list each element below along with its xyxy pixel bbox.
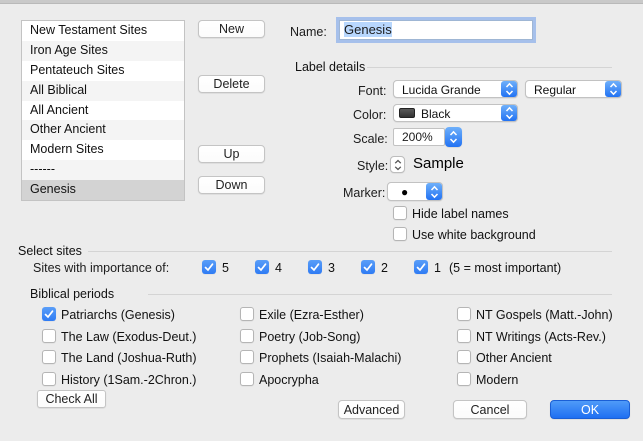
- color-popup-value: Black: [421, 106, 450, 122]
- period-apocrypha-checkbox[interactable]: [240, 372, 254, 386]
- popup-stepper-icon: [426, 183, 442, 200]
- period-poetry-label: Poetry (Job-Song): [259, 330, 360, 344]
- biblical-periods-title: Biblical periods: [30, 287, 114, 301]
- period-nt-gospels-label: NT Gospels (Matt.-John): [476, 308, 613, 322]
- list-item[interactable]: Other Ancient: [22, 120, 184, 140]
- window-top-edge: [0, 0, 643, 4]
- biblical-periods-separator: [148, 294, 612, 295]
- period-prophets-label: Prophets (Isaiah-Malachi): [259, 351, 401, 365]
- importance-5-label: 5: [222, 261, 229, 275]
- period-modern-checkbox[interactable]: [457, 372, 471, 386]
- stepper-icon: [394, 159, 402, 171]
- use-white-background-checkbox[interactable]: [393, 227, 407, 241]
- select-sites-title: Select sites: [18, 244, 82, 258]
- label-details-separator: [367, 67, 612, 68]
- check-all-button[interactable]: Check All: [37, 390, 106, 408]
- list-item[interactable]: Modern Sites: [22, 140, 184, 160]
- importance-2-label: 2: [381, 261, 388, 275]
- period-nt-writings-checkbox[interactable]: [457, 329, 471, 343]
- font-style-popup-value: Regular: [534, 82, 576, 98]
- style-stepper[interactable]: [390, 156, 405, 173]
- importance-label: Sites with importance of:: [33, 261, 169, 275]
- list-item-separator[interactable]: ------: [22, 160, 184, 180]
- label-details-title: Label details: [295, 60, 365, 74]
- importance-5-checkbox[interactable]: [202, 260, 216, 274]
- color-popup[interactable]: Black: [393, 104, 518, 122]
- name-input[interactable]: Genesis: [339, 20, 533, 40]
- marker-label: Marker:: [343, 186, 385, 200]
- up-button[interactable]: Up: [198, 145, 265, 163]
- name-label: Name:: [290, 25, 327, 39]
- period-poetry-checkbox[interactable]: [240, 329, 254, 343]
- importance-3-checkbox[interactable]: [308, 260, 322, 274]
- period-nt-gospels-checkbox[interactable]: [457, 307, 471, 321]
- importance-1-label: 1: [434, 261, 441, 275]
- importance-4-checkbox[interactable]: [255, 260, 269, 274]
- list-item[interactable]: All Ancient: [22, 101, 184, 121]
- list-item[interactable]: New Testament Sites: [22, 21, 184, 41]
- site-set-dialog: New Testament Sites Iron Age Sites Penta…: [0, 0, 643, 441]
- period-history-checkbox[interactable]: [42, 372, 56, 386]
- select-sites-separator: [88, 251, 612, 252]
- scale-stepper[interactable]: [445, 127, 462, 147]
- importance-3-label: 3: [328, 261, 335, 275]
- hide-label-names-label: Hide label names: [412, 207, 509, 221]
- font-popup[interactable]: Lucida Grande: [393, 80, 518, 98]
- color-swatch: [399, 108, 415, 118]
- period-exile-checkbox[interactable]: [240, 307, 254, 321]
- marker-popup[interactable]: ●: [387, 182, 443, 201]
- importance-4-label: 4: [275, 261, 282, 275]
- period-apocrypha-label: Apocrypha: [259, 373, 319, 387]
- site-sets-list[interactable]: New Testament Sites Iron Age Sites Penta…: [21, 20, 185, 201]
- list-item-selected[interactable]: Genesis: [22, 180, 184, 200]
- advanced-button[interactable]: Advanced: [338, 400, 405, 419]
- list-item[interactable]: Pentateuch Sites: [22, 61, 184, 81]
- period-land-checkbox[interactable]: [42, 350, 56, 364]
- popup-stepper-icon: [501, 81, 517, 97]
- font-label: Font:: [358, 84, 387, 98]
- period-patriarchs-label: Patriarchs (Genesis): [61, 308, 175, 322]
- period-prophets-checkbox[interactable]: [240, 350, 254, 364]
- color-label: Color:: [353, 108, 386, 122]
- list-item[interactable]: Iron Age Sites: [22, 41, 184, 61]
- cancel-button[interactable]: Cancel: [453, 400, 527, 419]
- importance-2-checkbox[interactable]: [361, 260, 375, 274]
- importance-1-checkbox[interactable]: [414, 260, 428, 274]
- period-exile-label: Exile (Ezra-Esther): [259, 308, 364, 322]
- scale-field[interactable]: 200%: [393, 128, 445, 146]
- new-button[interactable]: New: [198, 20, 265, 38]
- period-modern-label: Modern: [476, 373, 518, 387]
- importance-note: (5 = most important): [449, 261, 561, 275]
- list-item[interactable]: All Biblical: [22, 81, 184, 101]
- marker-dot-glyph: ●: [401, 184, 408, 200]
- stepper-icon: [449, 130, 458, 144]
- period-patriarchs-checkbox[interactable]: [42, 307, 56, 321]
- period-history-label: History (1Sam.-2Chron.): [61, 373, 196, 387]
- period-law-label: The Law (Exodus-Deut.): [61, 330, 196, 344]
- popup-stepper-icon: [501, 105, 517, 121]
- style-label: Style:: [357, 159, 388, 173]
- name-input-value: Genesis: [344, 22, 392, 37]
- period-other-ancient-checkbox[interactable]: [457, 350, 471, 364]
- down-button[interactable]: Down: [198, 176, 265, 194]
- period-land-label: The Land (Joshua-Ruth): [61, 351, 197, 365]
- hide-label-names-checkbox[interactable]: [393, 206, 407, 220]
- popup-stepper-icon: [605, 81, 621, 97]
- font-style-popup[interactable]: Regular: [525, 80, 622, 98]
- delete-button[interactable]: Delete: [198, 75, 265, 93]
- ok-button[interactable]: OK: [550, 400, 630, 419]
- font-popup-value: Lucida Grande: [402, 82, 481, 98]
- scale-label: Scale:: [353, 132, 388, 146]
- period-law-checkbox[interactable]: [42, 329, 56, 343]
- style-sample-text: Sample: [413, 155, 464, 172]
- period-other-ancient-label: Other Ancient: [476, 351, 552, 365]
- use-white-background-label: Use white background: [412, 228, 536, 242]
- period-nt-writings-label: NT Writings (Acts-Rev.): [476, 330, 606, 344]
